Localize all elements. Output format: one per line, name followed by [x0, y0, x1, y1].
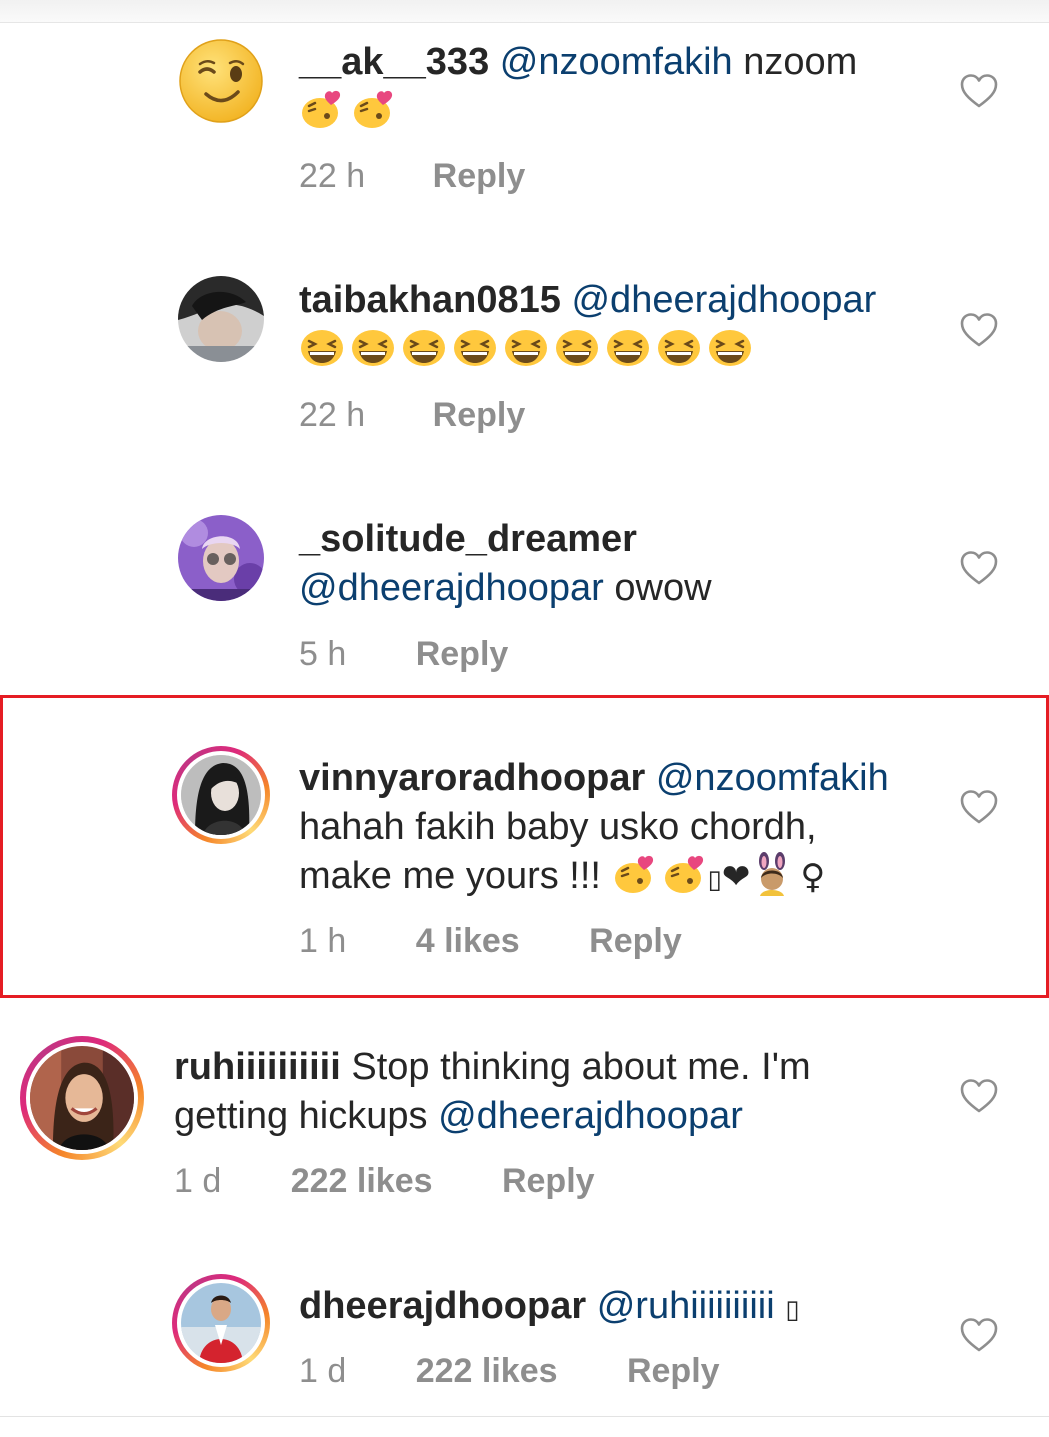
missing-glyph: ▯ — [707, 865, 722, 895]
comment-mention[interactable]: @ruhiiiiiiiiii — [597, 1285, 775, 1327]
comment-text: owow — [614, 567, 712, 609]
grinning-squint-emoji-icon — [503, 327, 549, 367]
user-avatar-with-story-ring[interactable] — [172, 1274, 270, 1372]
black-heart-icon: ❤ — [721, 857, 751, 897]
comment-username[interactable]: ruhiiiiiiiiii — [174, 1046, 341, 1088]
user-avatar[interactable] — [178, 515, 264, 601]
reply-button[interactable]: Reply — [433, 396, 526, 435]
comment-text-line-2: getting hickups — [174, 1095, 428, 1137]
kissing-heart-emoji-icon — [662, 854, 708, 894]
comment-likes[interactable]: 222 likes — [416, 1352, 558, 1391]
like-heart-icon[interactable] — [960, 550, 998, 586]
user-photo-image — [181, 755, 261, 835]
bunny-ears-emoji-icon — [754, 852, 790, 896]
reply-button[interactable]: Reply — [416, 635, 509, 674]
comment-text: nzoom — [743, 41, 858, 83]
comment-likes[interactable]: 222 likes — [291, 1162, 433, 1201]
comment-meta: 5 h Reply — [299, 635, 508, 674]
reply-button[interactable]: Reply — [627, 1352, 720, 1391]
reply-button[interactable]: Reply — [589, 922, 682, 961]
grinning-squint-emoji-icon — [401, 327, 447, 367]
reply-button[interactable]: Reply — [502, 1162, 595, 1201]
comment-mention[interactable]: @dheerajdhoopar — [571, 279, 876, 321]
kissing-heart-emoji-icon — [612, 854, 658, 894]
comment-meta: 1 d 222 likes Reply — [299, 1352, 720, 1391]
comment-time: 22 h — [299, 396, 366, 434]
grinning-squint-emoji-icon — [707, 327, 753, 367]
comment-time: 1 d — [174, 1162, 222, 1200]
comment-time: 5 h — [299, 635, 347, 673]
comment-text-line-2: make me yours !!! — [299, 855, 601, 897]
missing-glyph: ▯ — [785, 1295, 800, 1325]
user-avatar-photo — [177, 1279, 265, 1367]
bottom-divider — [0, 1416, 1049, 1417]
comment-time: 1 h — [299, 922, 347, 960]
comment-time: 22 h — [299, 157, 366, 195]
user-avatar-with-story-ring[interactable] — [20, 1036, 144, 1160]
comment-text-line-1: Stop thinking about me. I'm — [351, 1046, 811, 1088]
kissing-heart-emoji-icon — [351, 89, 397, 129]
comment-username[interactable]: _solitude_dreamer — [299, 518, 637, 560]
emoji-row — [299, 328, 753, 370]
comment-meta: 1 d 222 likes Reply — [174, 1162, 595, 1201]
grinning-squint-emoji-icon — [299, 327, 345, 367]
comment-mention[interactable]: @dheerajdhoopar — [299, 567, 604, 609]
user-avatar[interactable] — [178, 276, 264, 362]
comment-mention[interactable]: @nzoomfakih — [500, 41, 733, 83]
comment-username[interactable]: dheerajdhoopar — [299, 1285, 586, 1327]
winking-face-avatar[interactable] — [178, 38, 264, 124]
top-bar — [0, 0, 1049, 23]
comment-mention[interactable]: @dheerajdhoopar — [438, 1095, 743, 1137]
like-heart-icon[interactable] — [960, 1317, 998, 1353]
comment-likes[interactable]: 4 likes — [416, 922, 520, 961]
comment-meta: 22 h Reply — [299, 157, 525, 196]
comment-username[interactable]: vinnyaroradhoopar — [299, 757, 645, 799]
grinning-squint-emoji-icon — [452, 327, 498, 367]
female-sign-icon: ♀ — [800, 857, 826, 897]
like-heart-icon[interactable] — [960, 73, 998, 109]
winking-face-icon — [179, 39, 263, 123]
grinning-squint-emoji-icon — [656, 327, 702, 367]
user-photo-image — [181, 1283, 261, 1363]
grinning-squint-emoji-icon — [350, 327, 396, 367]
grinning-squint-emoji-icon — [554, 327, 600, 367]
comment-meta: 1 h 4 likes Reply — [299, 922, 682, 961]
user-avatar-photo — [26, 1042, 138, 1154]
comments-screen: __ak__333 @nzoomfakih nzoom 22 h Reply t… — [0, 0, 1049, 1437]
comment-mention[interactable]: @nzoomfakih — [656, 757, 889, 799]
comment-username[interactable]: __ak__333 — [299, 41, 489, 83]
like-heart-icon[interactable] — [960, 789, 998, 825]
like-heart-icon[interactable] — [960, 312, 998, 348]
user-photo-image — [178, 515, 264, 601]
user-photo-image — [30, 1046, 134, 1150]
like-heart-icon[interactable] — [960, 1078, 998, 1114]
user-photo-image — [178, 276, 264, 362]
comment-text-line-1: hahah fakih baby usko chordh, — [299, 806, 817, 848]
reply-button[interactable]: Reply — [433, 157, 526, 196]
comment-username[interactable]: taibakhan0815 — [299, 279, 561, 321]
grinning-squint-emoji-icon — [605, 327, 651, 367]
kissing-heart-emoji-icon — [299, 89, 345, 129]
comment-time: 1 d — [299, 1352, 347, 1390]
user-avatar-with-story-ring[interactable] — [172, 746, 270, 844]
comment-meta: 22 h Reply — [299, 396, 525, 435]
user-avatar-photo — [177, 751, 265, 839]
